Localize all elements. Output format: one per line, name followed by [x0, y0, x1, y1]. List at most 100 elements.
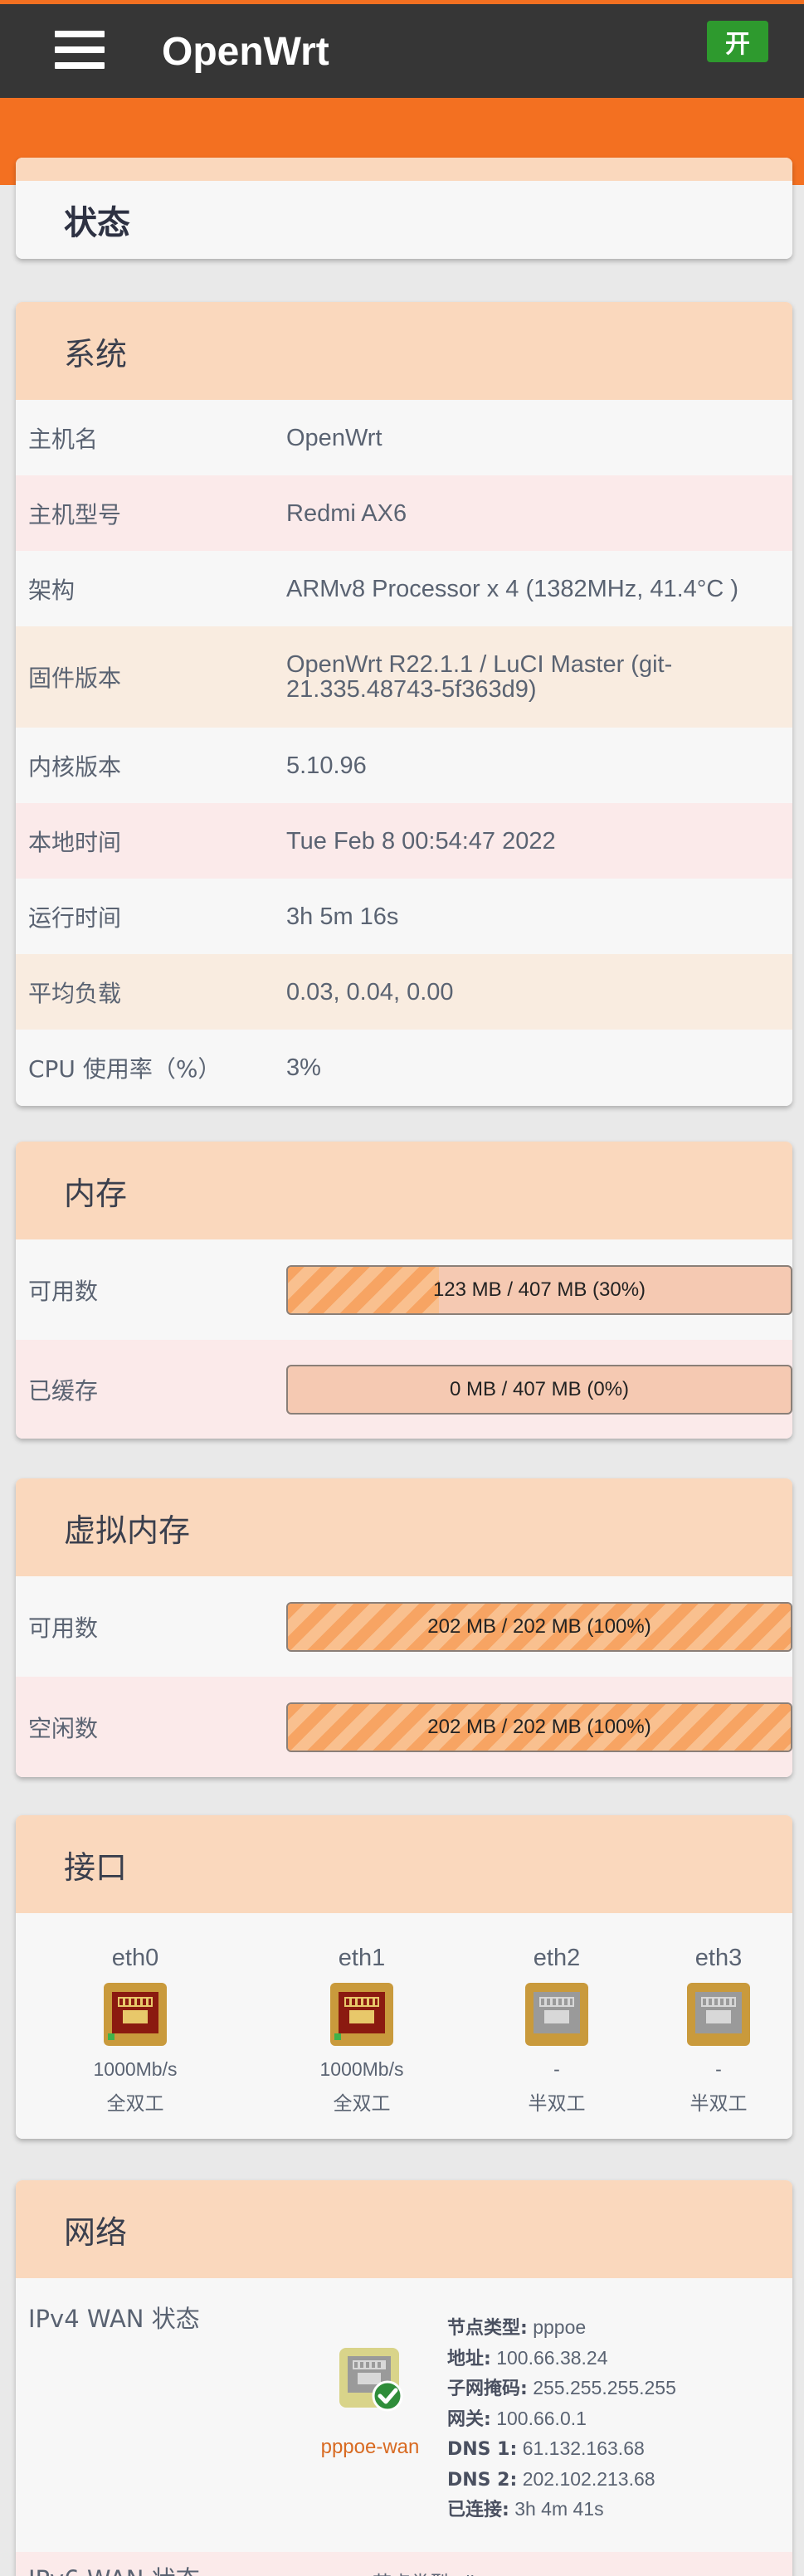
row-label: 可用数: [28, 1614, 99, 1642]
wan-info-key: 已连接:: [447, 2500, 509, 2520]
row-label: 平均负载: [28, 979, 122, 1007]
row-label: 已缓存: [28, 1376, 99, 1405]
swap-available-bar: 202 MB / 202 MB (100%): [286, 1601, 792, 1652]
ipv6-wan-row: IPv6 WAN 状态 节点类型: dhcpv6: [16, 2552, 792, 2576]
progress-text: 0 MB / 407 MB (0%): [449, 1377, 630, 1400]
progress-text: 202 MB / 202 MB (100%): [427, 1614, 651, 1638]
ethernet-port-icon: [103, 1982, 168, 2047]
wan-info: 节点类型: pppoe 地址: 100.66.38.24 子网掩码: 255.2…: [447, 2313, 676, 2525]
wan-info-value: 61.132.163.68: [522, 2437, 645, 2459]
wan-info-line: DNS 2: 202.102.213.68: [447, 2465, 676, 2496]
memory-row-cached: 已缓存 0 MB / 407 MB (0%): [16, 1340, 792, 1439]
interface-speed: -: [715, 2058, 722, 2080]
row-value: 5.10.96: [286, 752, 367, 779]
status-card-strip: [16, 158, 792, 181]
interface-speed: -: [553, 2058, 560, 2080]
memory-card: 内存 可用数 123 MB / 407 MB (30%) 已缓存 0 MB / …: [16, 1142, 792, 1439]
wan-info-line: 已连接: 3h 4m 41s: [447, 2495, 676, 2525]
interface-speed: 1000Mb/s: [319, 2058, 404, 2080]
wan-info-value: 3h 4m 41s: [514, 2498, 604, 2520]
wan-info-line: 子网掩码: 255.255.255.255: [447, 2374, 676, 2404]
row-label: 主机名: [28, 425, 99, 453]
system-row-kernel: 内核版本 5.10.96: [16, 728, 792, 803]
network-card: 网络 IPv4 WAN 状态 pppoe-wan 节点类型: pppoe 地址:…: [16, 2180, 792, 2576]
wan-info-key: 网关:: [447, 2408, 491, 2430]
system-row-model: 主机型号 Redmi AX6: [16, 475, 792, 551]
wan-info-key: DNS 1:: [447, 2439, 518, 2460]
wan-info-key: DNS 2:: [447, 2469, 518, 2491]
interface-duplex: 半双工: [528, 2093, 586, 2115]
row-label: CPU 使用率（%）: [28, 1055, 222, 1083]
interface-duplex: 全双工: [333, 2093, 391, 2115]
interfaces-card: 接口 eth0 1000Mb/s 全双工 eth1 1000Mb/s 全双工 e…: [16, 1815, 792, 2139]
interface-name: eth2: [533, 1945, 581, 1971]
system-row-cpu: CPU 使用率（%） 3%: [16, 1030, 792, 1106]
row-value: 3%: [286, 1054, 321, 1081]
wan-info-line: 节点类型: pppoe: [447, 2313, 676, 2344]
system-row-firmware: 固件版本 OpenWrt R22.1.1 / LuCI Master (git-…: [16, 626, 792, 728]
interface-name: eth0: [111, 1945, 159, 1971]
wan-info-value: 100.66.38.24: [496, 2346, 608, 2369]
wan-info-value: pppoe: [533, 2316, 587, 2338]
row-value: Tue Feb 8 00:54:47 2022: [286, 827, 556, 855]
row-label: 可用数: [28, 1277, 99, 1305]
memory-title: 内存: [16, 1142, 792, 1239]
wan-info-line: 网关: 100.66.0.1: [447, 2404, 676, 2435]
swap-title: 虚拟内存: [16, 1478, 792, 1576]
system-card: 系统 主机名 OpenWrt 主机型号 Redmi AX6 架构 ARMv8 P…: [16, 302, 792, 1106]
wan-info-key: 地址:: [447, 2348, 491, 2369]
row-value: OpenWrt R22.1.1 / LuCI Master (git-21.33…: [286, 651, 673, 703]
interfaces-title: 接口: [16, 1815, 792, 1913]
wan-info-key: 节点类型:: [447, 2318, 528, 2339]
row-label: 架构: [28, 576, 76, 604]
toggle-badge[interactable]: 开: [707, 21, 768, 62]
row-label: 空闲数: [28, 1714, 99, 1742]
wan-info-value: 202.102.213.68: [522, 2467, 655, 2490]
ipv6-info-partial: 节点类型: dhcpv6: [373, 2567, 521, 2576]
wan-info-key: 子网掩码:: [447, 2379, 528, 2399]
row-label: 内核版本: [28, 752, 122, 781]
ipv6-wan-label: IPv6 WAN 状态: [28, 2560, 200, 2576]
system-row-localtime: 本地时间 Tue Feb 8 00:54:47 2022: [16, 803, 792, 879]
swap-card: 虚拟内存 可用数 202 MB / 202 MB (100%) 空闲数 202 …: [16, 1478, 792, 1777]
wan-status-icon[interactable]: [329, 2346, 412, 2417]
interface-eth2[interactable]: eth2 - 半双工: [474, 1945, 640, 2116]
interface-speed: 1000Mb/s: [93, 2058, 178, 2080]
wan-info-value: 100.66.0.1: [496, 2407, 587, 2429]
swap-free-bar: 202 MB / 202 MB (100%): [286, 1702, 792, 1752]
ipv4-wan-label: IPv4 WAN 状态: [28, 2305, 200, 2333]
wan-info-line: 地址: 100.66.38.24: [447, 2344, 676, 2374]
interface-eth1[interactable]: eth1 1000Mb/s 全双工: [279, 1945, 445, 2116]
interface-eth0[interactable]: eth0 1000Mb/s 全双工: [52, 1945, 218, 2116]
ethernet-port-icon: [524, 1982, 589, 2047]
interface-name: eth3: [694, 1945, 743, 1971]
brand-title[interactable]: OpenWrt: [162, 29, 329, 75]
swap-row-available: 可用数 202 MB / 202 MB (100%): [16, 1576, 792, 1677]
swap-row-free: 空闲数 202 MB / 202 MB (100%): [16, 1677, 792, 1777]
interface-name: eth1: [338, 1945, 386, 1971]
row-value: ARMv8 Processor x 4 (1382MHz, 41.4°C ): [286, 575, 739, 602]
memory-cached-bar: 0 MB / 407 MB (0%): [286, 1364, 792, 1415]
row-label: 主机型号: [28, 500, 122, 528]
progress-text: 123 MB / 407 MB (30%): [432, 1278, 646, 1301]
wan-info-line: DNS 1: 61.132.163.68: [447, 2434, 676, 2465]
network-title: 网络: [16, 2180, 792, 2278]
top-bar: OpenWrt 开: [0, 0, 804, 98]
menu-icon[interactable]: [55, 31, 105, 69]
interfaces-list: eth0 1000Mb/s 全双工 eth1 1000Mb/s 全双工 eth2…: [16, 1913, 792, 2139]
ipv4-wan-row: IPv4 WAN 状态 pppoe-wan 节点类型: pppoe 地址: 10…: [16, 2278, 792, 2552]
wan-info-value: 255.255.255.255: [533, 2377, 676, 2398]
page-title: 状态: [16, 181, 792, 259]
system-row-uptime: 运行时间 3h 5m 16s: [16, 879, 792, 954]
wan-interface-name[interactable]: pppoe-wan: [300, 2436, 441, 2459]
interface-duplex: 半双工: [689, 2093, 748, 2115]
interface-duplex: 全双工: [106, 2093, 164, 2115]
interface-eth3[interactable]: eth3 - 半双工: [636, 1945, 792, 2116]
row-label: 运行时间: [28, 903, 122, 932]
row-value: Redmi AX6: [286, 499, 407, 527]
system-row-hostname: 主机名 OpenWrt: [16, 400, 792, 475]
memory-available-bar: 123 MB / 407 MB (30%): [286, 1264, 792, 1315]
system-row-load: 平均负载 0.03, 0.04, 0.00: [16, 954, 792, 1030]
system-title: 系统: [16, 302, 792, 400]
status-card: 状态: [16, 158, 792, 259]
